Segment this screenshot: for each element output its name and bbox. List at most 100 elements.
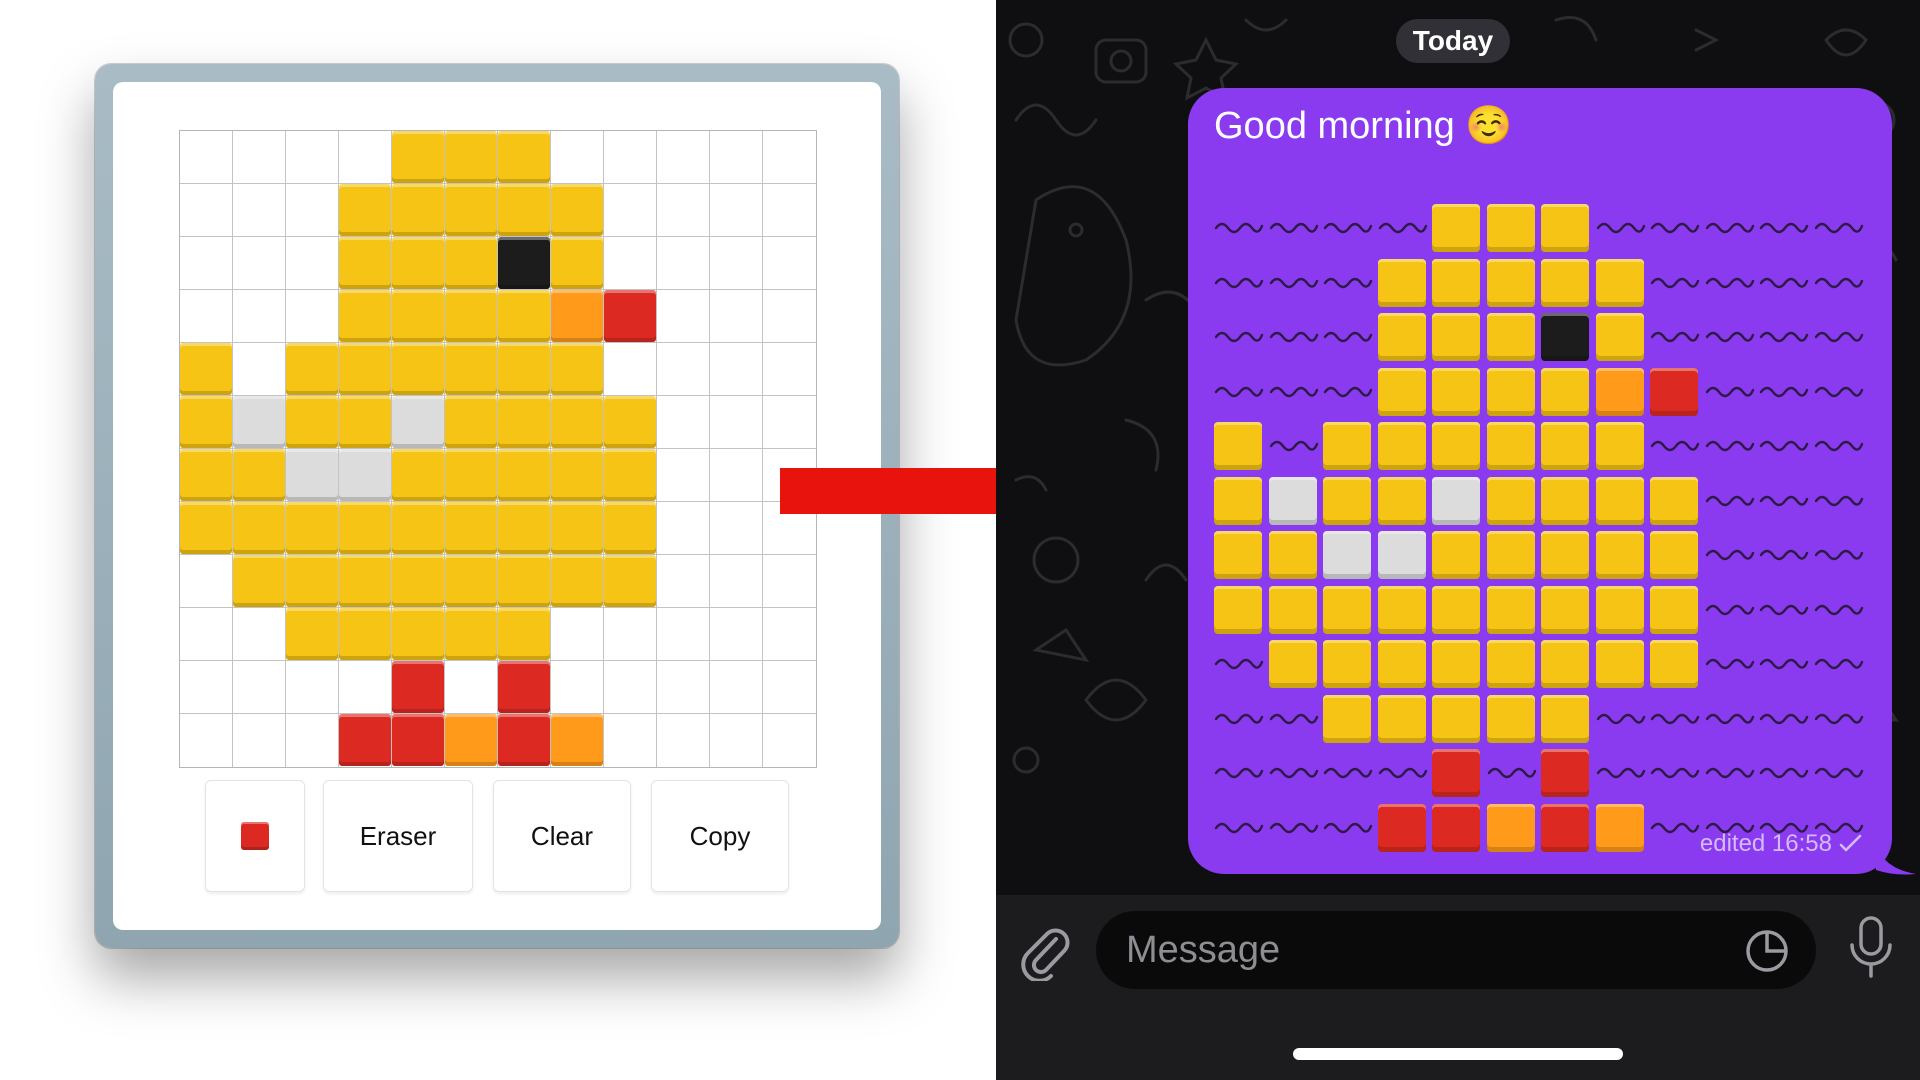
grid-cell[interactable]: [604, 608, 657, 661]
grid-cell[interactable]: [339, 714, 392, 767]
grid-cell[interactable]: [233, 290, 286, 343]
grid-cell[interactable]: [286, 714, 339, 767]
grid-cell[interactable]: [180, 131, 233, 184]
grid-cell[interactable]: [551, 184, 604, 237]
grid-cell[interactable]: [710, 555, 763, 608]
grid-cell[interactable]: [710, 502, 763, 555]
grid-cell[interactable]: [392, 290, 445, 343]
grid-cell[interactable]: [498, 131, 551, 184]
grid-cell[interactable]: [604, 555, 657, 608]
grid-cell[interactable]: [710, 661, 763, 714]
grid-cell[interactable]: [763, 555, 816, 608]
sticker-icon[interactable]: [1744, 928, 1790, 974]
grid-cell[interactable]: [392, 396, 445, 449]
grid-cell[interactable]: [710, 237, 763, 290]
grid-cell[interactable]: [551, 396, 604, 449]
grid-cell[interactable]: [392, 502, 445, 555]
grid-cell[interactable]: [498, 396, 551, 449]
grid-cell[interactable]: [286, 661, 339, 714]
grid-cell[interactable]: [551, 661, 604, 714]
grid-cell[interactable]: [657, 184, 710, 237]
grid-cell[interactable]: [445, 184, 498, 237]
grid-cell[interactable]: [498, 608, 551, 661]
grid-cell[interactable]: [233, 343, 286, 396]
grid-cell[interactable]: [551, 555, 604, 608]
grid-cell[interactable]: [551, 608, 604, 661]
grid-cell[interactable]: [498, 237, 551, 290]
grid-cell[interactable]: [604, 290, 657, 343]
message-bubble[interactable]: Good morning ☺️ edited 16:58: [1188, 88, 1892, 874]
grid-cell[interactable]: [763, 714, 816, 767]
grid-cell[interactable]: [286, 184, 339, 237]
grid-cell[interactable]: [710, 396, 763, 449]
grid-cell[interactable]: [657, 608, 710, 661]
grid-cell[interactable]: [339, 237, 392, 290]
grid-cell[interactable]: [604, 343, 657, 396]
grid-cell[interactable]: [339, 343, 392, 396]
grid-cell[interactable]: [445, 555, 498, 608]
grid-cell[interactable]: [180, 449, 233, 502]
grid-cell[interactable]: [286, 131, 339, 184]
grid-cell[interactable]: [339, 184, 392, 237]
grid-cell[interactable]: [710, 714, 763, 767]
grid-cell[interactable]: [763, 608, 816, 661]
grid-cell[interactable]: [392, 714, 445, 767]
grid-cell[interactable]: [392, 184, 445, 237]
grid-cell[interactable]: [445, 131, 498, 184]
grid-cell[interactable]: [392, 555, 445, 608]
grid-cell[interactable]: [445, 608, 498, 661]
grid-cell[interactable]: [498, 714, 551, 767]
grid-cell[interactable]: [498, 502, 551, 555]
grid-cell[interactable]: [339, 502, 392, 555]
grid-cell[interactable]: [710, 608, 763, 661]
grid-cell[interactable]: [763, 343, 816, 396]
grid-cell[interactable]: [763, 290, 816, 343]
grid-cell[interactable]: [710, 290, 763, 343]
grid-cell[interactable]: [233, 555, 286, 608]
grid-cell[interactable]: [445, 290, 498, 343]
grid-cell[interactable]: [180, 661, 233, 714]
grid-cell[interactable]: [445, 237, 498, 290]
grid-cell[interactable]: [657, 290, 710, 343]
grid-cell[interactable]: [180, 396, 233, 449]
grid-cell[interactable]: [551, 290, 604, 343]
grid-cell[interactable]: [498, 290, 551, 343]
grid-cell[interactable]: [180, 343, 233, 396]
copy-button[interactable]: Copy: [651, 780, 789, 892]
grid-cell[interactable]: [445, 343, 498, 396]
grid-cell[interactable]: [233, 502, 286, 555]
grid-cell[interactable]: [392, 343, 445, 396]
grid-cell[interactable]: [286, 449, 339, 502]
grid-cell[interactable]: [604, 396, 657, 449]
grid-cell[interactable]: [445, 502, 498, 555]
grid-cell[interactable]: [763, 661, 816, 714]
grid-cell[interactable]: [339, 449, 392, 502]
grid-cell[interactable]: [657, 131, 710, 184]
microphone-icon[interactable]: [1844, 915, 1898, 981]
paperclip-icon[interactable]: [1016, 923, 1074, 981]
grid-cell[interactable]: [180, 290, 233, 343]
grid-cell[interactable]: [498, 343, 551, 396]
grid-cell[interactable]: [763, 237, 816, 290]
eraser-button[interactable]: Eraser: [323, 780, 473, 892]
grid-cell[interactable]: [180, 608, 233, 661]
grid-cell[interactable]: [604, 184, 657, 237]
grid-cell[interactable]: [392, 608, 445, 661]
grid-cell[interactable]: [339, 555, 392, 608]
grid-cell[interactable]: [286, 343, 339, 396]
grid-cell[interactable]: [710, 449, 763, 502]
grid-cell[interactable]: [604, 237, 657, 290]
grid-cell[interactable]: [551, 714, 604, 767]
grid-cell[interactable]: [763, 184, 816, 237]
grid-cell[interactable]: [657, 661, 710, 714]
grid-cell[interactable]: [339, 661, 392, 714]
grid-cell[interactable]: [392, 237, 445, 290]
grid-cell[interactable]: [710, 131, 763, 184]
message-input[interactable]: Message: [1096, 911, 1816, 989]
grid-cell[interactable]: [657, 714, 710, 767]
grid-cell[interactable]: [286, 396, 339, 449]
grid-cell[interactable]: [657, 237, 710, 290]
grid-cell[interactable]: [604, 714, 657, 767]
grid-cell[interactable]: [498, 555, 551, 608]
grid-cell[interactable]: [180, 555, 233, 608]
